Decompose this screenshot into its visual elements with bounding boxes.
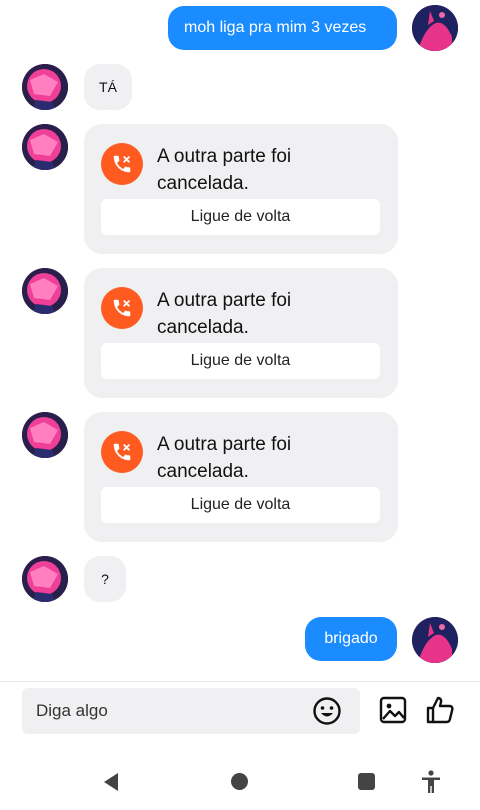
missed-call-card: A outra parte foi cancelada. Ligue de vo… (84, 268, 398, 398)
missed-call-card: A outra parte foi cancelada. Ligue de vo… (84, 412, 398, 542)
message-text: moh liga pra mim 3 vezes (184, 19, 367, 36)
call-status-text: A outra parte foi cancelada. (157, 290, 292, 338)
contact-avatar[interactable] (22, 268, 68, 314)
call-back-button[interactable]: Ligue de volta (101, 487, 380, 523)
message-text: TÁ (99, 79, 117, 95)
my-avatar[interactable] (412, 617, 458, 663)
composer-divider (0, 681, 480, 682)
accessibility-icon[interactable] (420, 770, 442, 799)
image-icon[interactable] (378, 695, 408, 725)
outgoing-message[interactable]: brigado (305, 617, 397, 661)
contact-avatar[interactable] (22, 124, 68, 170)
call-status-text: A outra parte foi cancelada. (157, 146, 292, 194)
emoji-icon[interactable] (312, 696, 342, 726)
message-text: ? (101, 571, 109, 587)
call-back-button[interactable]: Ligue de volta (101, 199, 380, 235)
contact-avatar[interactable] (22, 412, 68, 458)
call-status-text: A outra parte foi cancelada. (157, 434, 292, 482)
my-avatar[interactable] (412, 5, 458, 51)
missed-call-icon (101, 143, 143, 185)
contact-avatar[interactable] (22, 556, 68, 602)
missed-call-icon (101, 431, 143, 473)
message-input[interactable] (36, 688, 306, 734)
outgoing-message[interactable]: moh liga pra mim 3 vezes (168, 6, 397, 50)
missed-call-card: A outra parte foi cancelada. Ligue de vo… (84, 124, 398, 254)
thumbs-up-icon[interactable] (424, 694, 456, 726)
call-back-button[interactable]: Ligue de volta (101, 343, 380, 379)
system-navigation-bar (0, 750, 480, 810)
contact-avatar[interactable] (22, 64, 68, 110)
back-icon[interactable] (102, 772, 120, 797)
recent-apps-icon[interactable] (358, 773, 375, 790)
home-icon[interactable] (231, 773, 248, 790)
incoming-message[interactable]: ? (84, 556, 126, 602)
incoming-message[interactable]: TÁ (84, 64, 132, 110)
missed-call-icon (101, 287, 143, 329)
message-composer[interactable] (22, 688, 360, 734)
message-text: brigado (324, 630, 378, 647)
